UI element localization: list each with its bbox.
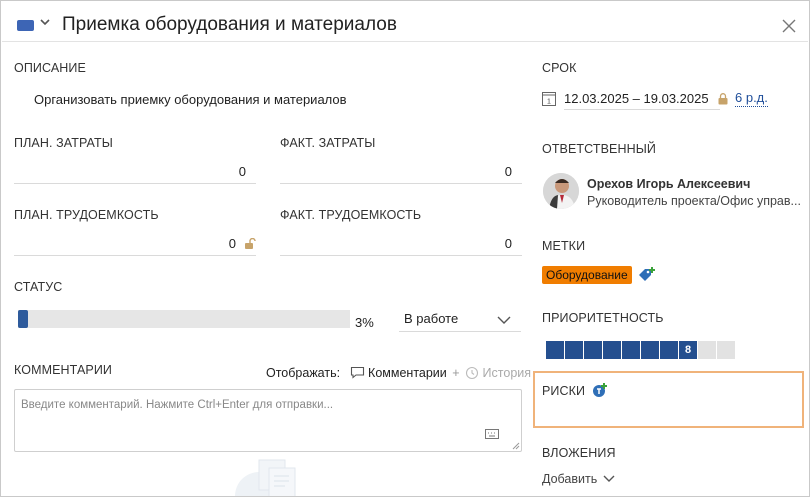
duration-link[interactable]: 6 р.д. <box>735 90 768 107</box>
keyboard-icon[interactable] <box>485 429 499 439</box>
comment-icon[interactable] <box>350 366 365 379</box>
chevron-down-icon[interactable] <box>40 18 50 26</box>
attachments-label: ВЛОЖЕНИЯ <box>542 446 616 460</box>
risks-highlight <box>533 371 804 428</box>
resize-handle-icon[interactable] <box>512 442 520 450</box>
tags-label: МЕТКИ <box>542 239 586 253</box>
empty-state-illustration <box>235 459 296 496</box>
page-title: Приемка оборудования и материалов <box>62 14 397 35</box>
comments-label: КОММЕНТАРИИ <box>14 363 113 377</box>
description-text[interactable]: Организовать приемку оборудования и мате… <box>34 92 347 107</box>
priority-cell[interactable] <box>584 341 602 359</box>
svg-text:1: 1 <box>547 99 551 106</box>
plus-separator: + <box>452 365 460 380</box>
lock-icon[interactable] <box>718 93 728 105</box>
comment-input[interactable]: Введите комментарий. Нажмите Ctrl+Enter … <box>14 389 522 452</box>
comment-placeholder: Введите комментарий. Нажмите Ctrl+Enter … <box>21 399 334 411</box>
comments-display-filter: Отображать: Комментарии + История <box>266 365 531 380</box>
plan-effort-label: ПЛАН. ТРУДОЕМКОСТЬ <box>14 208 159 222</box>
fact-costs-label: ФАКТ. ЗАТРАТЫ <box>280 136 376 150</box>
priority-cell[interactable] <box>603 341 621 359</box>
progress-fill <box>18 310 28 328</box>
status-select[interactable]: В работе <box>399 307 521 332</box>
fact-costs-field[interactable]: 0 <box>280 162 522 184</box>
fact-effort-field[interactable]: 0 <box>280 234 522 256</box>
priority-cell[interactable] <box>717 341 735 359</box>
priority-scale[interactable]: 8 <box>546 341 736 359</box>
history-option[interactable]: История <box>483 366 531 380</box>
responsible-name[interactable]: Орехов Игорь Алексеевич <box>587 177 750 191</box>
avatar[interactable] <box>543 173 579 209</box>
plan-costs-field[interactable]: 0 <box>14 162 256 184</box>
chevron-down-icon <box>603 475 615 482</box>
add-attachment-button[interactable]: Добавить <box>542 472 615 486</box>
close-icon[interactable] <box>782 19 796 33</box>
add-risk-icon[interactable] <box>591 381 609 399</box>
task-card: Приемка оборудования и материалов ОПИСАН… <box>0 0 810 497</box>
status-selected-value: В работе <box>404 311 459 326</box>
unlock-icon[interactable] <box>244 238 256 250</box>
priority-cell[interactable] <box>622 341 640 359</box>
add-tag-icon[interactable] <box>637 266 657 284</box>
description-label: ОПИСАНИЕ <box>14 61 86 75</box>
tag-item[interactable]: Оборудование <box>542 266 632 284</box>
card-header: Приемка оборудования и материалов <box>2 2 808 42</box>
priority-cell[interactable] <box>660 341 678 359</box>
display-label: Отображать: <box>266 365 341 380</box>
priority-cell[interactable] <box>641 341 659 359</box>
history-icon[interactable] <box>465 366 479 380</box>
fact-effort-label: ФАКТ. ТРУДОЕМКОСТЬ <box>280 208 422 222</box>
status-label: СТАТУС <box>14 280 63 294</box>
plan-effort-field[interactable]: 0 <box>14 234 256 256</box>
deadline-label: СРОК <box>542 61 577 75</box>
progress-bar[interactable] <box>18 310 350 328</box>
calendar-icon[interactable]: 1 <box>542 91 556 106</box>
priority-cell[interactable] <box>546 341 564 359</box>
task-type-icon[interactable] <box>17 20 34 31</box>
priority-label: ПРИОРИТЕТНОСТЬ <box>542 311 664 325</box>
date-range-field[interactable]: 12.03.2025 – 19.03.2025 <box>564 90 720 110</box>
progress-percent: 3% <box>355 315 374 330</box>
plan-costs-label: ПЛАН. ЗАТРАТЫ <box>14 136 113 150</box>
add-attachment-label: Добавить <box>542 472 598 486</box>
responsible-label: ОТВЕТСТВЕННЫЙ <box>542 142 656 156</box>
risks-label: РИСКИ <box>542 384 586 398</box>
responsible-role: Руководитель проекта/Офис управ... <box>587 194 801 208</box>
chevron-down-icon <box>497 316 511 324</box>
priority-cell[interactable] <box>565 341 583 359</box>
deadline-row: 1 12.03.2025 – 19.03.2025 6 р.д. <box>542 89 792 110</box>
comments-option[interactable]: Комментарии <box>368 366 447 380</box>
priority-cell[interactable] <box>698 341 716 359</box>
priority-cell[interactable]: 8 <box>679 341 697 359</box>
